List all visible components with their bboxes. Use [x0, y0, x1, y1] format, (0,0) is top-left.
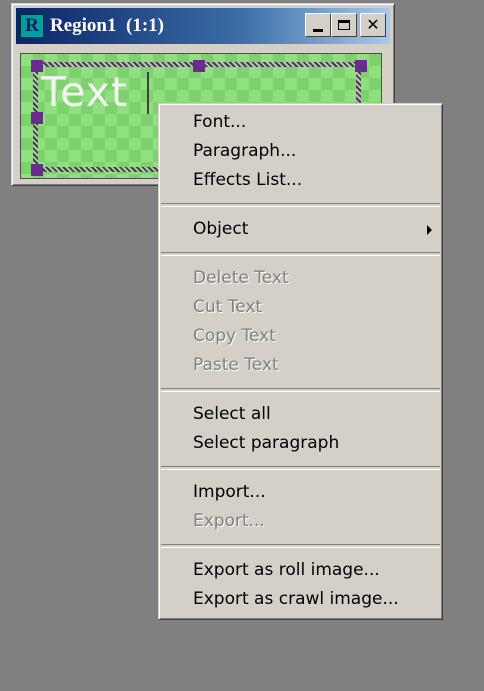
- menu-item-object[interactable]: Object: [159, 215, 442, 244]
- menu-item-export-roll[interactable]: Export as roll image...: [159, 556, 442, 585]
- menu-item-copy-text: Copy Text: [193, 326, 276, 346]
- minimize-icon: [313, 28, 323, 32]
- menu-item-effects-list[interactable]: Effects List...: [159, 166, 442, 195]
- menu-item-export: Export...: [193, 511, 265, 531]
- maximize-icon: [338, 20, 350, 30]
- menu-item-select-all[interactable]: Select all: [159, 400, 442, 429]
- menu-item-export-crawl[interactable]: Export as crawl image...: [159, 585, 442, 614]
- submenu-arrow-icon: [427, 225, 432, 235]
- title-bar[interactable]: R Region1 (1:1) ✕: [16, 8, 390, 44]
- menu-item-paragraph[interactable]: Paragraph...: [159, 137, 442, 166]
- resize-handle-top[interactable]: [193, 60, 205, 72]
- resize-handle-top-right[interactable]: [355, 60, 367, 72]
- menu-item-object-label: Object: [193, 219, 249, 239]
- menu-item-font[interactable]: Font...: [159, 108, 442, 137]
- close-icon: ✕: [366, 17, 380, 34]
- menu-item-import[interactable]: Import...: [159, 478, 442, 507]
- menu-item-cut-text: Cut Text: [193, 297, 263, 317]
- menu-item-paste-text: Paste Text: [193, 355, 279, 375]
- menu-separator: [161, 252, 440, 256]
- minimize-button[interactable]: [305, 13, 331, 37]
- resize-handle-bottom-left[interactable]: [31, 164, 43, 176]
- close-button[interactable]: ✕: [360, 13, 386, 37]
- menu-separator: [161, 203, 440, 207]
- menu-item-select-paragraph[interactable]: Select paragraph: [159, 429, 442, 458]
- title-buttons: ✕: [305, 13, 386, 37]
- menu-item-delete-text: Delete Text: [193, 268, 289, 288]
- text-caret: [147, 72, 149, 114]
- menu-separator: [161, 388, 440, 392]
- maximize-button[interactable]: [331, 13, 357, 37]
- menu-separator: [161, 544, 440, 548]
- canvas-text[interactable]: Text: [41, 68, 128, 116]
- menu-separator: [161, 466, 440, 470]
- window-title: Region1 (1:1): [50, 15, 164, 36]
- app-icon[interactable]: R: [20, 14, 44, 38]
- context-menu: Font... Paragraph... Effects List... Obj…: [158, 103, 443, 620]
